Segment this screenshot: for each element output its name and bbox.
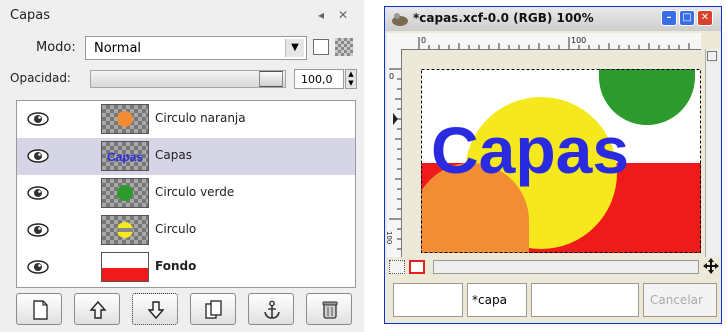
anchor-layer-button[interactable] [248,293,294,325]
ruler-vlabel-100: 100 [387,231,393,244]
ruler-corner [387,33,402,50]
new-layer-button[interactable] [16,293,62,325]
opacity-slider[interactable] [90,70,286,88]
opacity-spin-buttons[interactable]: ▲ ▼ [345,69,357,89]
canvas-text: Capas [431,113,629,187]
window-title: *capas.xcf-0.0 (RGB) 100% [413,11,594,25]
ruler-label-0: 0 [421,36,426,45]
layer-thumbnail [101,178,149,208]
layer-button-bar [16,293,356,327]
tab-menu-icon[interactable]: ◂ [314,8,328,22]
layer-list: Circulo naranja Capas Capas Circulo verd… [16,100,356,288]
minimize-button[interactable]: – [661,10,677,26]
scroll-up-arrow[interactable] [707,51,717,61]
lock-pixels-checkbox[interactable] [313,39,329,55]
cancel-label: Cancelar [650,293,703,307]
layer-name: Fondo [155,259,197,273]
image-window: *capas.xcf-0.0 (RGB) 100% – □ ✕ 0 100 0 … [384,6,722,324]
dialog-title: Capas [10,8,51,23]
maximize-button[interactable]: □ [679,10,695,26]
layer-row-fondo[interactable]: Fondo [17,249,355,286]
arrow-up-icon [89,300,107,319]
raise-layer-button[interactable] [74,293,120,325]
thumbnail-text: Capas [107,150,143,164]
vertical-scrollbar[interactable] [705,49,720,257]
anchor-icon [264,300,280,319]
eye-icon[interactable] [27,112,49,126]
opacity-slider-thumb[interactable] [259,71,283,87]
ruler-pointer-icon [393,113,398,125]
image-canvas[interactable]: Capas [421,69,701,253]
quickmask-icon[interactable] [409,260,425,274]
horizontal-scrollbar[interactable] [433,260,699,274]
mode-select[interactable]: Normal ▼ [85,36,307,60]
new-page-icon [33,300,48,320]
layer-row-circulo-naranja[interactable]: Circulo naranja [17,101,355,138]
mode-value: Normal [94,41,142,56]
gimp-icon [392,13,408,26]
duplicate-icon [205,300,222,319]
duplicate-layer-button[interactable] [190,293,236,325]
eye-icon[interactable] [27,149,49,163]
layer-thumbnail [101,104,149,134]
navigate-icon[interactable] [703,258,719,274]
horizontal-ruler[interactable]: 0 100 [401,33,701,50]
layer-row-capas[interactable]: Capas Capas [17,138,355,175]
lock-alpha-icon[interactable] [335,38,353,56]
chevron-down-icon[interactable]: ▼ [285,39,304,57]
layer-status-box: *capa [467,283,527,317]
close-tab-icon[interactable]: ✕ [336,8,350,22]
cancel-button[interactable]: Cancelar [643,283,717,317]
ruler-label-100: 100 [571,36,586,45]
layer-thumbnail [101,215,149,245]
eye-icon[interactable] [27,223,49,237]
ruler-vlabel-0: 0 [389,72,394,81]
vertical-ruler[interactable]: 0 100 [387,49,402,257]
status-message-box [531,283,639,317]
opacity-label: Opacidad: [10,71,71,85]
trash-icon [322,301,338,319]
opacity-value: 100,0 [301,73,333,86]
layer-name: Circulo naranja [155,111,246,125]
window-titlebar[interactable]: *capas.xcf-0.0 (RGB) 100% – □ ✕ [385,7,721,31]
mode-label: Modo: [36,40,76,55]
layer-row-circulo-verde[interactable]: Circulo verde [17,175,355,212]
layer-name: Circulo [155,222,197,236]
eye-icon[interactable] [27,186,49,200]
quickmask-toggle[interactable] [389,260,405,274]
opacity-spinbox[interactable]: 100,0 [294,69,344,89]
eye-icon[interactable] [27,260,49,274]
layer-name: Circulo verde [155,185,235,199]
layer-name: Capas [155,148,192,162]
pointer-coordinates-box [393,283,463,317]
layer-thumbnail [101,252,149,282]
close-button[interactable]: ✕ [697,10,713,26]
delete-layer-button[interactable] [306,293,352,325]
status-layer-name: *capa [472,293,507,307]
layers-dialog: Capas ◂ ✕ Modo: Normal ▼ Opacidad: 100,0… [0,0,364,332]
layer-thumbnail: Capas [101,141,149,171]
arrow-down-icon [147,301,165,320]
lower-layer-button[interactable] [132,293,178,325]
layer-row-circulo[interactable]: Circulo [17,212,355,249]
